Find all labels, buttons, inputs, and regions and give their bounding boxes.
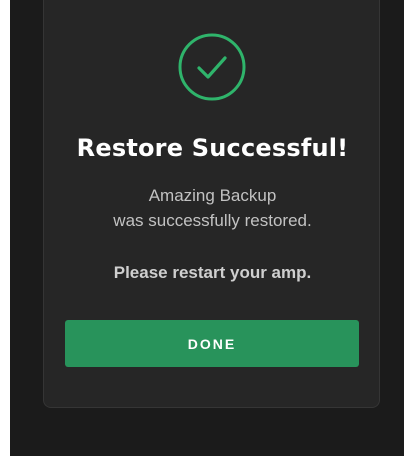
restore-success-dialog: Restore Successful! Amazing Backup was s… — [43, 0, 380, 408]
check-circle-icon — [178, 33, 246, 101]
done-button[interactable]: DONE — [65, 320, 359, 367]
backup-name: Amazing Backup — [148, 186, 277, 205]
restart-instruction: Please restart your amp. — [113, 263, 312, 282]
restore-message: was successfully restored. — [113, 211, 312, 230]
dialog-title: Restore Successful! — [76, 134, 349, 162]
